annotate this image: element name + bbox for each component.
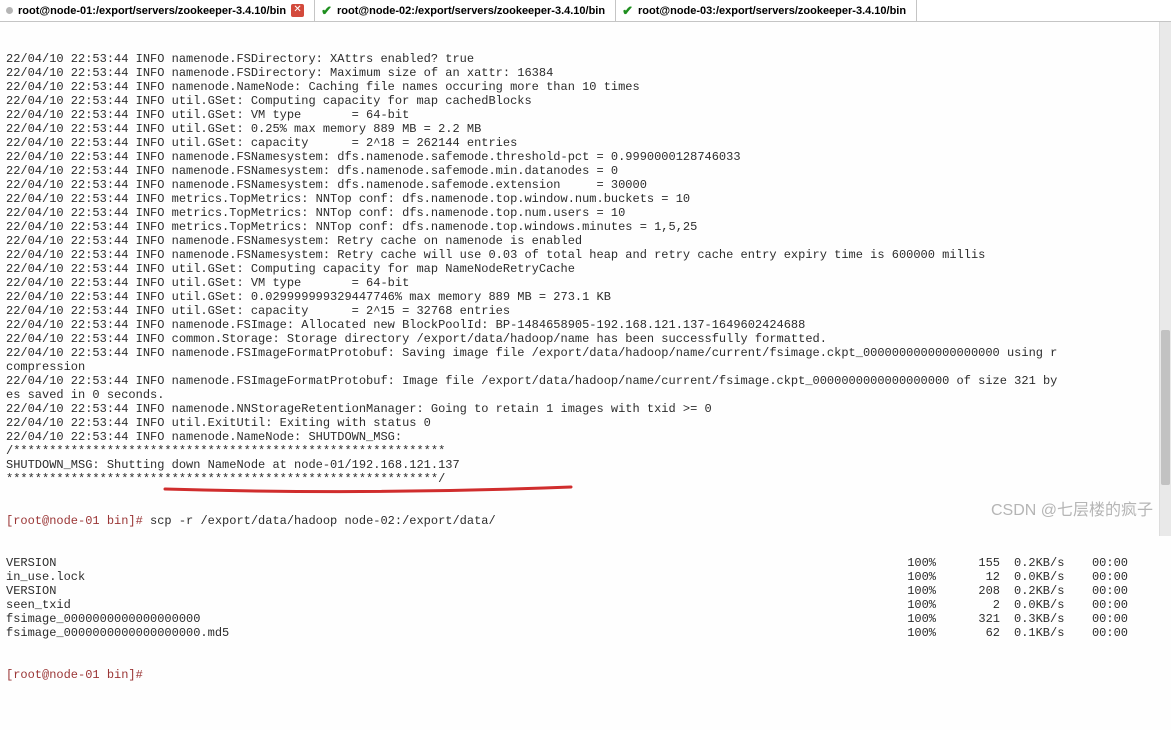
log-line: 22/04/10 22:53:44 INFO metrics.TopMetric… [6,220,1165,234]
shell-prompt: [root@node-01 bin]# [6,514,150,528]
tab-bar: root@node-01:/export/servers/zookeeper-3… [0,0,1171,22]
log-line: 22/04/10 22:53:44 INFO namenode.FSNamesy… [6,150,1165,164]
scp-size: 155 [950,556,1000,570]
scp-filename: in_use.lock [6,570,886,584]
log-line: 22/04/10 22:53:44 INFO namenode.FSImageF… [6,346,1165,360]
log-line: 22/04/10 22:53:44 INFO namenode.FSNamesy… [6,234,1165,248]
scp-size: 62 [950,626,1000,640]
scp-size: 208 [950,584,1000,598]
log-line: 22/04/10 22:53:44 INFO namenode.FSDirect… [6,52,1165,66]
scp-pct: 100% [886,612,936,626]
scp-filename: fsimage_0000000000000000000.md5 [6,626,886,640]
scp-row: seen_txid100% 2 0.0KB/s 00:00 [6,598,1165,612]
scp-filename: VERSION [6,584,886,598]
scp-time: 00:00 [1078,570,1128,584]
scp-rate: 0.2KB/s [1014,584,1064,598]
scp-row: VERSION100% 208 0.2KB/s 00:00 [6,584,1165,598]
scp-size: 12 [950,570,1000,584]
scp-rate: 0.0KB/s [1014,598,1064,612]
log-line: ****************************************… [6,472,1165,486]
scp-stats: 100% 321 0.3KB/s 00:00 [886,612,1128,626]
tab-node-02[interactable]: ✔ root@node-02:/export/servers/zookeeper… [315,0,616,21]
close-icon[interactable]: ✕ [291,4,304,17]
scp-filename: VERSION [6,556,886,570]
log-line: /***************************************… [6,444,1165,458]
scp-time: 00:00 [1078,556,1128,570]
scp-time: 00:00 [1078,598,1128,612]
shell-prompt: [root@node-01 bin]# [6,668,150,682]
scp-output: VERSION100%1550.2KB/s00:00in_use.lock100… [6,556,1165,640]
tab-title: root@node-01:/export/servers/zookeeper-3… [18,5,286,17]
log-line: 22/04/10 22:53:44 INFO util.GSet: 0.25% … [6,122,1165,136]
log-line: 22/04/10 22:53:44 INFO metrics.TopMetric… [6,206,1165,220]
scp-pct: 100% [886,626,936,640]
scp-row: in_use.lock100% 12 0.0KB/s 00:00 [6,570,1165,584]
scp-rate: 0.0KB/s [1014,570,1064,584]
scp-time: 00:00 [1078,584,1128,598]
scp-stats: 100% 62 0.1KB/s 00:00 [886,626,1128,640]
tab-node-03[interactable]: ✔ root@node-03:/export/servers/zookeeper… [616,0,917,21]
scp-stats: 100% 208 0.2KB/s 00:00 [886,584,1128,598]
log-line: 22/04/10 22:53:44 INFO namenode.FSDirect… [6,66,1165,80]
tab-title: root@node-03:/export/servers/zookeeper-3… [638,5,906,17]
scp-rate: 0.3KB/s [1014,612,1064,626]
scp-pct: 100% [886,598,936,612]
log-line: 22/04/10 22:53:44 INFO common.Storage: S… [6,332,1165,346]
tab-title: root@node-02:/export/servers/zookeeper-3… [337,5,605,17]
scp-row: fsimage_0000000000000000000.md5100% 62 0.1… [6,626,1165,640]
log-lines: 22/04/10 22:53:44 INFO namenode.FSDirect… [6,52,1165,486]
check-icon: ✔ [622,3,633,19]
log-line: 22/04/10 22:53:44 INFO namenode.FSImageF… [6,374,1165,388]
log-line: 22/04/10 22:53:44 INFO util.GSet: Comput… [6,94,1165,108]
tab-node-01[interactable]: root@node-01:/export/servers/zookeeper-3… [0,0,315,21]
log-line: 22/04/10 22:53:44 INFO util.ExitUtil: Ex… [6,416,1165,430]
scp-row: VERSION100% 155 0.2KB/s 00:00 [6,556,1165,570]
scp-time: 00:00 [1078,626,1128,640]
log-line: 22/04/10 22:53:44 INFO namenode.NameNode… [6,80,1165,94]
log-line: 22/04/10 22:53:44 INFO util.GSet: Comput… [6,262,1165,276]
scp-size: 2 [950,598,1000,612]
prompt-line-1: [root@node-01 bin]# scp -r /export/data/… [6,514,1165,528]
log-line: 22/04/10 22:53:44 INFO util.GSet: capaci… [6,136,1165,150]
log-line: 22/04/10 22:53:44 INFO namenode.FSNamesy… [6,248,1165,262]
scp-size: 321 [950,612,1000,626]
check-icon: ✔ [321,3,332,19]
log-line: 22/04/10 22:53:44 INFO namenode.FSNamesy… [6,178,1165,192]
log-line: 22/04/10 22:53:44 INFO namenode.NameNode… [6,430,1165,444]
log-line: 22/04/10 22:53:44 INFO namenode.NNStorag… [6,402,1165,416]
typed-command: scp -r /export/data/hadoop node-02:/expo… [150,514,496,528]
scroll-thumb[interactable] [1161,330,1170,484]
log-line: 22/04/10 22:53:44 INFO util.GSet: 0.0299… [6,290,1165,304]
scp-pct: 100% [886,584,936,598]
scp-row: fsimage_0000000000000000000100% 321 0.3KB/… [6,612,1165,626]
log-line: 22/04/10 22:53:44 INFO util.GSet: VM typ… [6,108,1165,122]
log-line: 22/04/10 22:53:44 INFO util.GSet: capaci… [6,304,1165,318]
scp-stats: 100% 155 0.2KB/s 00:00 [886,556,1128,570]
log-line: es saved in 0 seconds. [6,388,1165,402]
scp-filename: fsimage_0000000000000000000 [6,612,886,626]
log-line: 22/04/10 22:53:44 INFO metrics.TopMetric… [6,192,1165,206]
log-line: 22/04/10 22:53:44 INFO namenode.FSNamesy… [6,164,1165,178]
scp-rate: 0.1KB/s [1014,626,1064,640]
scp-pct: 100% [886,556,936,570]
status-dot-icon [6,7,13,14]
prompt-line-2: [root@node-01 bin]# [6,668,1165,682]
scp-stats: 100% 2 0.0KB/s 00:00 [886,598,1128,612]
log-line: compression [6,360,1165,374]
log-line: SHUTDOWN_MSG: Shutting down NameNode at … [6,458,1165,472]
log-line: 22/04/10 22:53:44 INFO util.GSet: VM typ… [6,276,1165,290]
scp-pct: 100% [886,570,936,584]
scp-time: 00:00 [1078,612,1128,626]
vertical-scrollbar[interactable] [1159,22,1171,536]
scp-filename: seen_txid [6,598,886,612]
scp-rate: 0.2KB/s [1014,556,1064,570]
scp-stats: 100% 12 0.0KB/s 00:00 [886,570,1128,584]
terminal-output[interactable]: 22/04/10 22:53:44 INFO namenode.FSDirect… [0,22,1171,730]
log-line: 22/04/10 22:53:44 INFO namenode.FSImage:… [6,318,1165,332]
